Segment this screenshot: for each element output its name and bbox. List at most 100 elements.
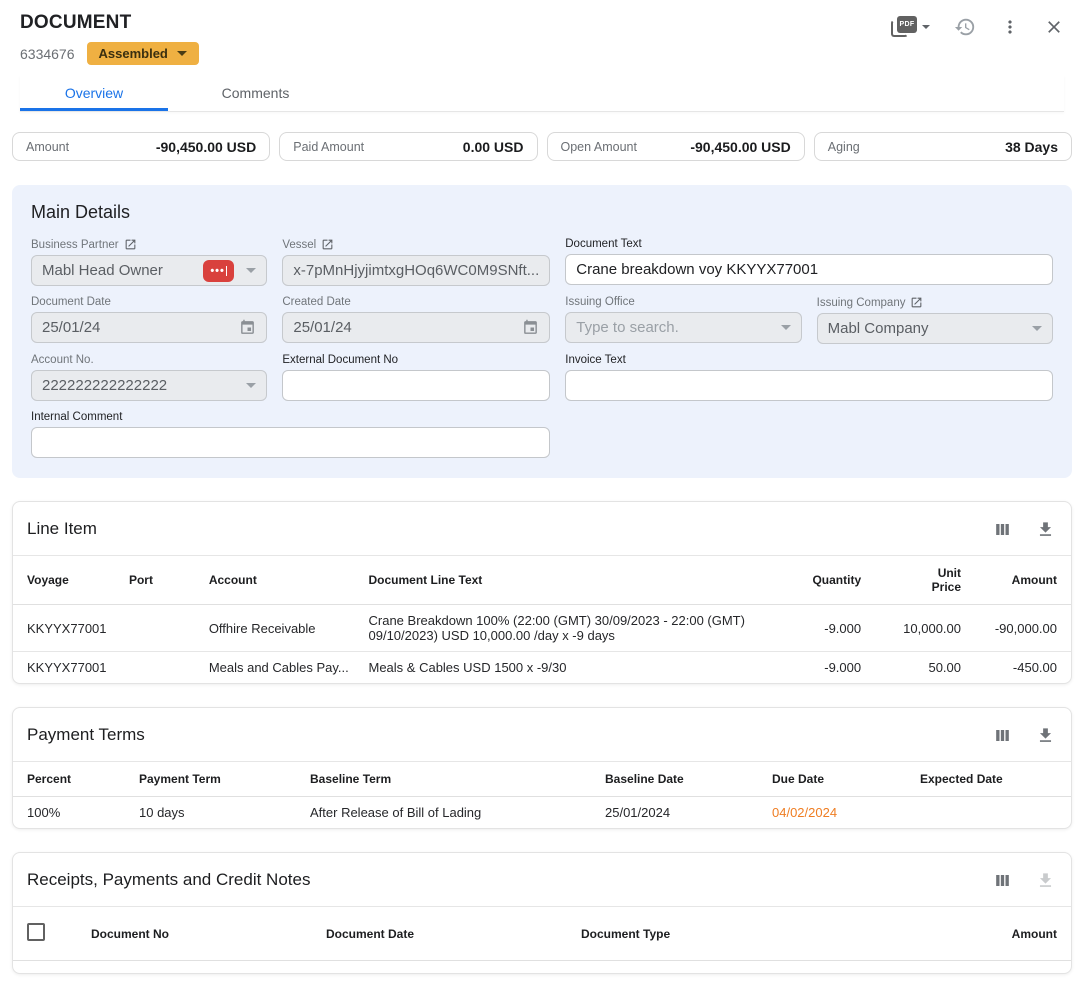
internal-comment-label: Internal Comment <box>31 411 550 423</box>
cell-quantity: -9.000 <box>789 652 869 684</box>
credit-info-chip[interactable]: ••• <box>203 260 234 282</box>
cell-quantity: -9.000 <box>789 605 869 652</box>
download-icon[interactable] <box>1036 726 1055 745</box>
status-badge-dropdown[interactable]: Assembled <box>87 42 199 65</box>
columns-icon[interactable] <box>993 726 1012 745</box>
created-date-value: 25/01/24 <box>293 319 522 336</box>
col-baseline-term: Baseline Term <box>302 762 597 797</box>
line-item-row[interactable]: KKYYX77001 Meals and Cables Pay... Meals… <box>13 652 1071 684</box>
columns-icon[interactable] <box>993 520 1012 539</box>
vessel-input[interactable]: x-7pMnHjyjimtxgHOq6WC0M9SNft... <box>282 255 550 286</box>
external-document-no-input[interactable] <box>293 377 539 394</box>
issuing-company-value: Mabl Company <box>828 320 1032 337</box>
issuing-company-select[interactable]: Mabl Company <box>817 313 1053 344</box>
aging-value: 38 Days <box>1005 139 1058 155</box>
cell-document-line-text: Crane Breakdown 100% (22:00 (GMT) 30/09/… <box>361 605 790 652</box>
history-icon <box>954 16 976 38</box>
col-amount: Amount <box>969 556 1071 605</box>
chevron-down-icon <box>922 25 930 29</box>
download-icon[interactable] <box>1036 520 1055 539</box>
receipts-table: Document No Document Date Document Type … <box>13 906 1071 973</box>
created-date-input[interactable]: 25/01/24 <box>282 312 550 343</box>
invoice-text-field: Invoice Text <box>565 354 1053 401</box>
cell-baseline-term: After Release of Bill of Lading <box>302 797 597 829</box>
payment-terms-table: Percent Payment Term Baseline Term Basel… <box>13 761 1071 828</box>
business-partner-select[interactable]: Mabl Head Owner ••• <box>31 255 267 286</box>
aging-card: Aging 38 Days <box>814 132 1072 161</box>
main-details-title: Main Details <box>31 202 1053 223</box>
cell-port <box>121 652 201 684</box>
cell-expected-date <box>912 797 1071 829</box>
close-button[interactable] <box>1044 17 1064 37</box>
document-number: 6334676 <box>20 46 75 62</box>
chevron-down-icon <box>246 268 256 273</box>
created-date-field: Created Date 25/01/24 <box>282 296 550 344</box>
summary-cards: Amount -90,450.00 USD Paid Amount 0.00 U… <box>12 132 1072 161</box>
receipts-section: Receipts, Payments and Credit Notes Docu… <box>12 852 1072 974</box>
payment-term-row[interactable]: 100% 10 days After Release of Bill of La… <box>13 797 1071 829</box>
account-no-select[interactable]: 222222222222222 <box>31 370 267 401</box>
issuing-company-field: Issuing Company Mabl Company <box>817 296 1053 344</box>
calendar-icon <box>522 319 539 336</box>
cell-percent: 100% <box>13 797 131 829</box>
invoice-text-input[interactable] <box>576 377 1042 394</box>
document-date-field: Document Date 25/01/24 <box>31 296 267 344</box>
col-document-no: Document No <box>83 907 318 961</box>
tab-overview[interactable]: Overview <box>20 75 168 111</box>
col-amount: Amount <box>873 907 1071 961</box>
status-label: Assembled <box>99 46 168 61</box>
kebab-menu-icon <box>1000 17 1020 37</box>
select-all-checkbox[interactable] <box>27 923 45 941</box>
col-unit-price: Unit Price <box>869 556 969 605</box>
download-icon <box>1036 871 1055 890</box>
chevron-down-icon <box>1032 326 1042 331</box>
calendar-icon <box>239 319 256 336</box>
external-link-icon[interactable] <box>124 238 137 251</box>
more-options-button[interactable] <box>1000 17 1020 37</box>
issuing-office-select[interactable]: Type to search. <box>565 312 801 343</box>
pdf-icon: PDF <box>891 16 917 38</box>
issuing-office-label: Issuing Office <box>565 296 801 308</box>
close-icon <box>1044 17 1064 37</box>
main-details-section: Main Details Business Partner Mabl Head … <box>12 185 1072 478</box>
select-all-cell <box>13 907 83 961</box>
account-no-field: Account No. 222222222222222 <box>31 354 267 401</box>
document-date-input[interactable]: 25/01/24 <box>31 312 267 343</box>
line-item-table: Voyage Port Account Document Line Text Q… <box>13 555 1071 683</box>
line-item-row[interactable]: KKYYX77001 Offhire Receivable Crane Brea… <box>13 605 1071 652</box>
document-date-value: 25/01/24 <box>42 319 239 336</box>
tab-comments[interactable]: Comments <box>168 75 343 111</box>
cell-baseline-date: 25/01/2024 <box>597 797 764 829</box>
vessel-value: x-7pMnHjyjimtxgHOq6WC0M9SNft... <box>293 262 539 279</box>
paid-amount-label: Paid Amount <box>293 140 364 154</box>
payment-terms-section: Payment Terms Percent Payment Term Basel… <box>12 707 1072 829</box>
internal-comment-input[interactable] <box>42 434 539 451</box>
paid-amount-card: Paid Amount 0.00 USD <box>279 132 537 161</box>
cell-account: Offhire Receivable <box>201 605 361 652</box>
document-text-input[interactable] <box>576 261 1042 278</box>
open-amount-value: -90,450.00 USD <box>690 139 790 155</box>
cell-due-date: 04/02/2024 <box>764 797 912 829</box>
account-no-value: 222222222222222 <box>42 377 246 394</box>
col-document-type: Document Type <box>573 907 873 961</box>
pdf-export-button[interactable]: PDF <box>891 16 930 38</box>
cell-port <box>121 605 201 652</box>
document-date-label: Document Date <box>31 296 267 308</box>
cell-voyage: KKYYX77001 <box>13 605 121 652</box>
amount-value: -90,450.00 USD <box>156 139 256 155</box>
amount-label: Amount <box>26 140 69 154</box>
cell-voyage: KKYYX77001 <box>13 652 121 684</box>
external-link-icon[interactable] <box>321 238 334 251</box>
account-no-label: Account No. <box>31 354 267 366</box>
history-button[interactable] <box>954 16 976 38</box>
cell-payment-term: 10 days <box>131 797 302 829</box>
cell-amount: -450.00 <box>969 652 1071 684</box>
external-link-icon[interactable] <box>910 296 923 309</box>
cell-document-line-text: Meals & Cables USD 1500 x -9/30 <box>361 652 790 684</box>
chevron-down-icon <box>781 325 791 330</box>
col-quantity: Quantity <box>789 556 869 605</box>
columns-icon[interactable] <box>993 871 1012 890</box>
chevron-down-icon <box>246 383 256 388</box>
cell-account: Meals and Cables Pay... <box>201 652 361 684</box>
line-item-title: Line Item <box>27 519 97 539</box>
